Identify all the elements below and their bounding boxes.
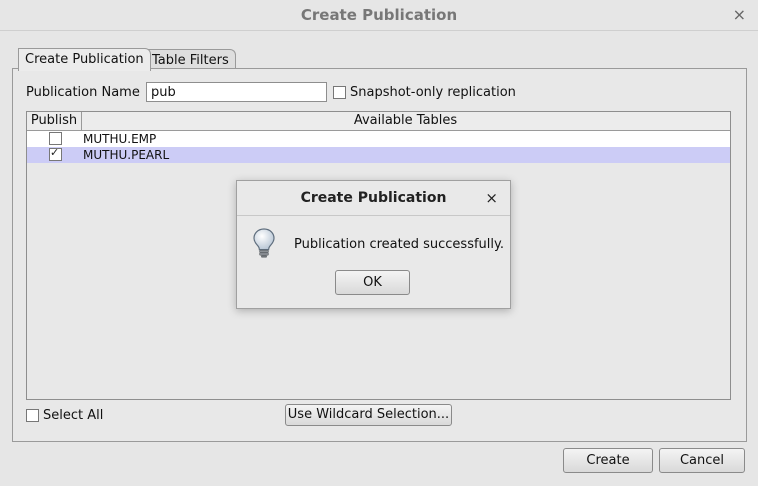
wildcard-selection-button[interactable]: Use Wildcard Selection... — [285, 404, 452, 426]
tab-label: Table Filters — [152, 53, 229, 68]
dialog-ok-button[interactable]: OK — [335, 270, 410, 295]
publication-name-label: Publication Name — [26, 85, 140, 100]
select-all-label: Select All — [43, 408, 104, 423]
success-dialog: Create Publication × Publication created… — [236, 180, 511, 309]
table-name-cell: MUTHU.PEARL — [83, 148, 170, 162]
dialog-message: Publication created successfully. — [294, 237, 504, 252]
table-row[interactable]: MUTHU.EMP — [27, 131, 730, 147]
publish-checkbox[interactable] — [49, 146, 62, 161]
title-bar: Create Publication × — [0, 0, 758, 31]
dialog-close-icon[interactable]: × — [485, 189, 498, 207]
select-all-checkbox[interactable] — [26, 409, 39, 422]
column-header-publish[interactable]: Publish — [27, 112, 82, 130]
snapshot-only-label: Snapshot-only replication — [350, 85, 516, 100]
create-publication-window: Create Publication × Create Publication … — [0, 0, 758, 486]
dialog-title: Create Publication — [300, 190, 447, 206]
cancel-button[interactable]: Cancel — [659, 448, 745, 473]
window-close-icon[interactable]: × — [733, 5, 746, 24]
window-title: Create Publication — [300, 6, 458, 24]
publish-checkbox[interactable] — [49, 132, 62, 145]
table-row[interactable]: MUTHU.PEARL — [27, 146, 730, 163]
column-header-available-tables[interactable]: Available Tables — [82, 112, 729, 130]
lightbulb-icon — [253, 228, 275, 258]
dialog-title-bar: Create Publication × — [237, 181, 510, 216]
table-name-cell: MUTHU.EMP — [83, 132, 157, 146]
publication-name-field[interactable]: pub — [146, 82, 327, 102]
tab-create-publication[interactable]: Create Publication — [18, 48, 151, 71]
table-header: Publish Available Tables — [27, 112, 730, 131]
tab-label: Create Publication — [25, 52, 144, 67]
snapshot-only-checkbox[interactable] — [333, 86, 346, 99]
create-button[interactable]: Create — [563, 448, 653, 473]
